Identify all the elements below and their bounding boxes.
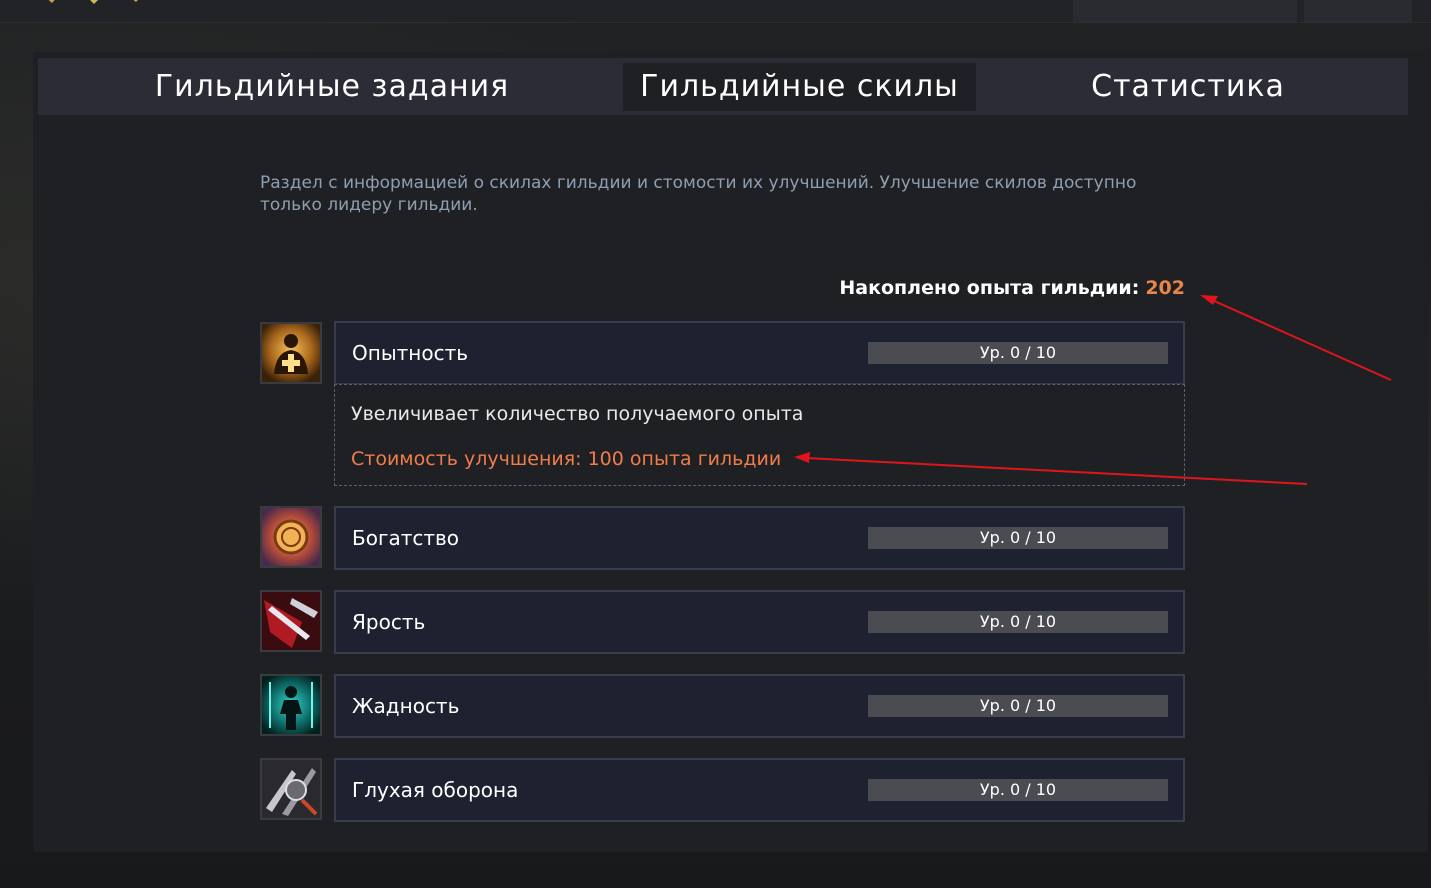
skill-name: Ярость <box>352 610 426 634</box>
tab-statistics[interactable]: Статистика <box>1073 63 1303 111</box>
skill-name: Жадность <box>352 694 460 718</box>
greed-skill-icon <box>260 674 322 736</box>
skill-level-bar: Ур. 0 / 10 <box>868 611 1168 633</box>
skill-name: Опытность <box>352 341 469 365</box>
skill-effect-description: Увеличивает количество получаемого опыта <box>351 403 804 425</box>
skill-level-bar: Ур. 0 / 10 <box>868 342 1168 364</box>
top-bar <box>0 0 1431 23</box>
guild-exp-counter: Накоплено опыта гильдии: 202 <box>839 277 1185 299</box>
guild-exp-value: 202 <box>1145 277 1185 299</box>
experience-skill-icon <box>260 322 322 384</box>
defense-skill-icon <box>260 758 322 820</box>
game-logo <box>48 0 138 4</box>
skill-name: Богатство <box>352 526 460 550</box>
skill-row-defense[interactable]: Глухая оборона Ур. 0 / 10 <box>334 758 1185 822</box>
skill-level-bar: Ур. 0 / 10 <box>868 779 1168 801</box>
guild-exp-label: Накоплено опыта гильдии: <box>839 277 1140 299</box>
wealth-skill-icon <box>260 506 322 568</box>
top-bar-button[interactable] <box>1073 0 1297 22</box>
fury-skill-icon <box>260 590 322 652</box>
skill-level-bar: Ур. 0 / 10 <box>868 695 1168 717</box>
tab-guild-skills[interactable]: Гильдийные скилы <box>623 63 976 111</box>
skill-row-wealth[interactable]: Богатство Ур. 0 / 10 <box>334 506 1185 570</box>
skill-name: Глухая оборона <box>352 778 519 802</box>
top-bar-button[interactable] <box>1304 0 1412 22</box>
skill-upgrade-cost: Стоимость улучшения: 100 опыта гильдии <box>351 448 782 470</box>
skill-row-greed[interactable]: Жадность Ур. 0 / 10 <box>334 674 1185 738</box>
skill-level-bar: Ур. 0 / 10 <box>868 527 1168 549</box>
skill-detail-panel: Увеличивает количество получаемого опыта… <box>334 384 1185 486</box>
tab-guild-quests[interactable]: Гильдийные задания <box>150 63 514 111</box>
section-description: Раздел с информацией о скилах гильдии и … <box>260 173 1137 215</box>
skill-row-fury[interactable]: Ярость Ур. 0 / 10 <box>334 590 1185 654</box>
skill-row-experience[interactable]: Опытность Ур. 0 / 10 <box>334 321 1185 385</box>
tab-bar: Гильдийные задания Гильдийные скилы Стат… <box>38 58 1408 115</box>
